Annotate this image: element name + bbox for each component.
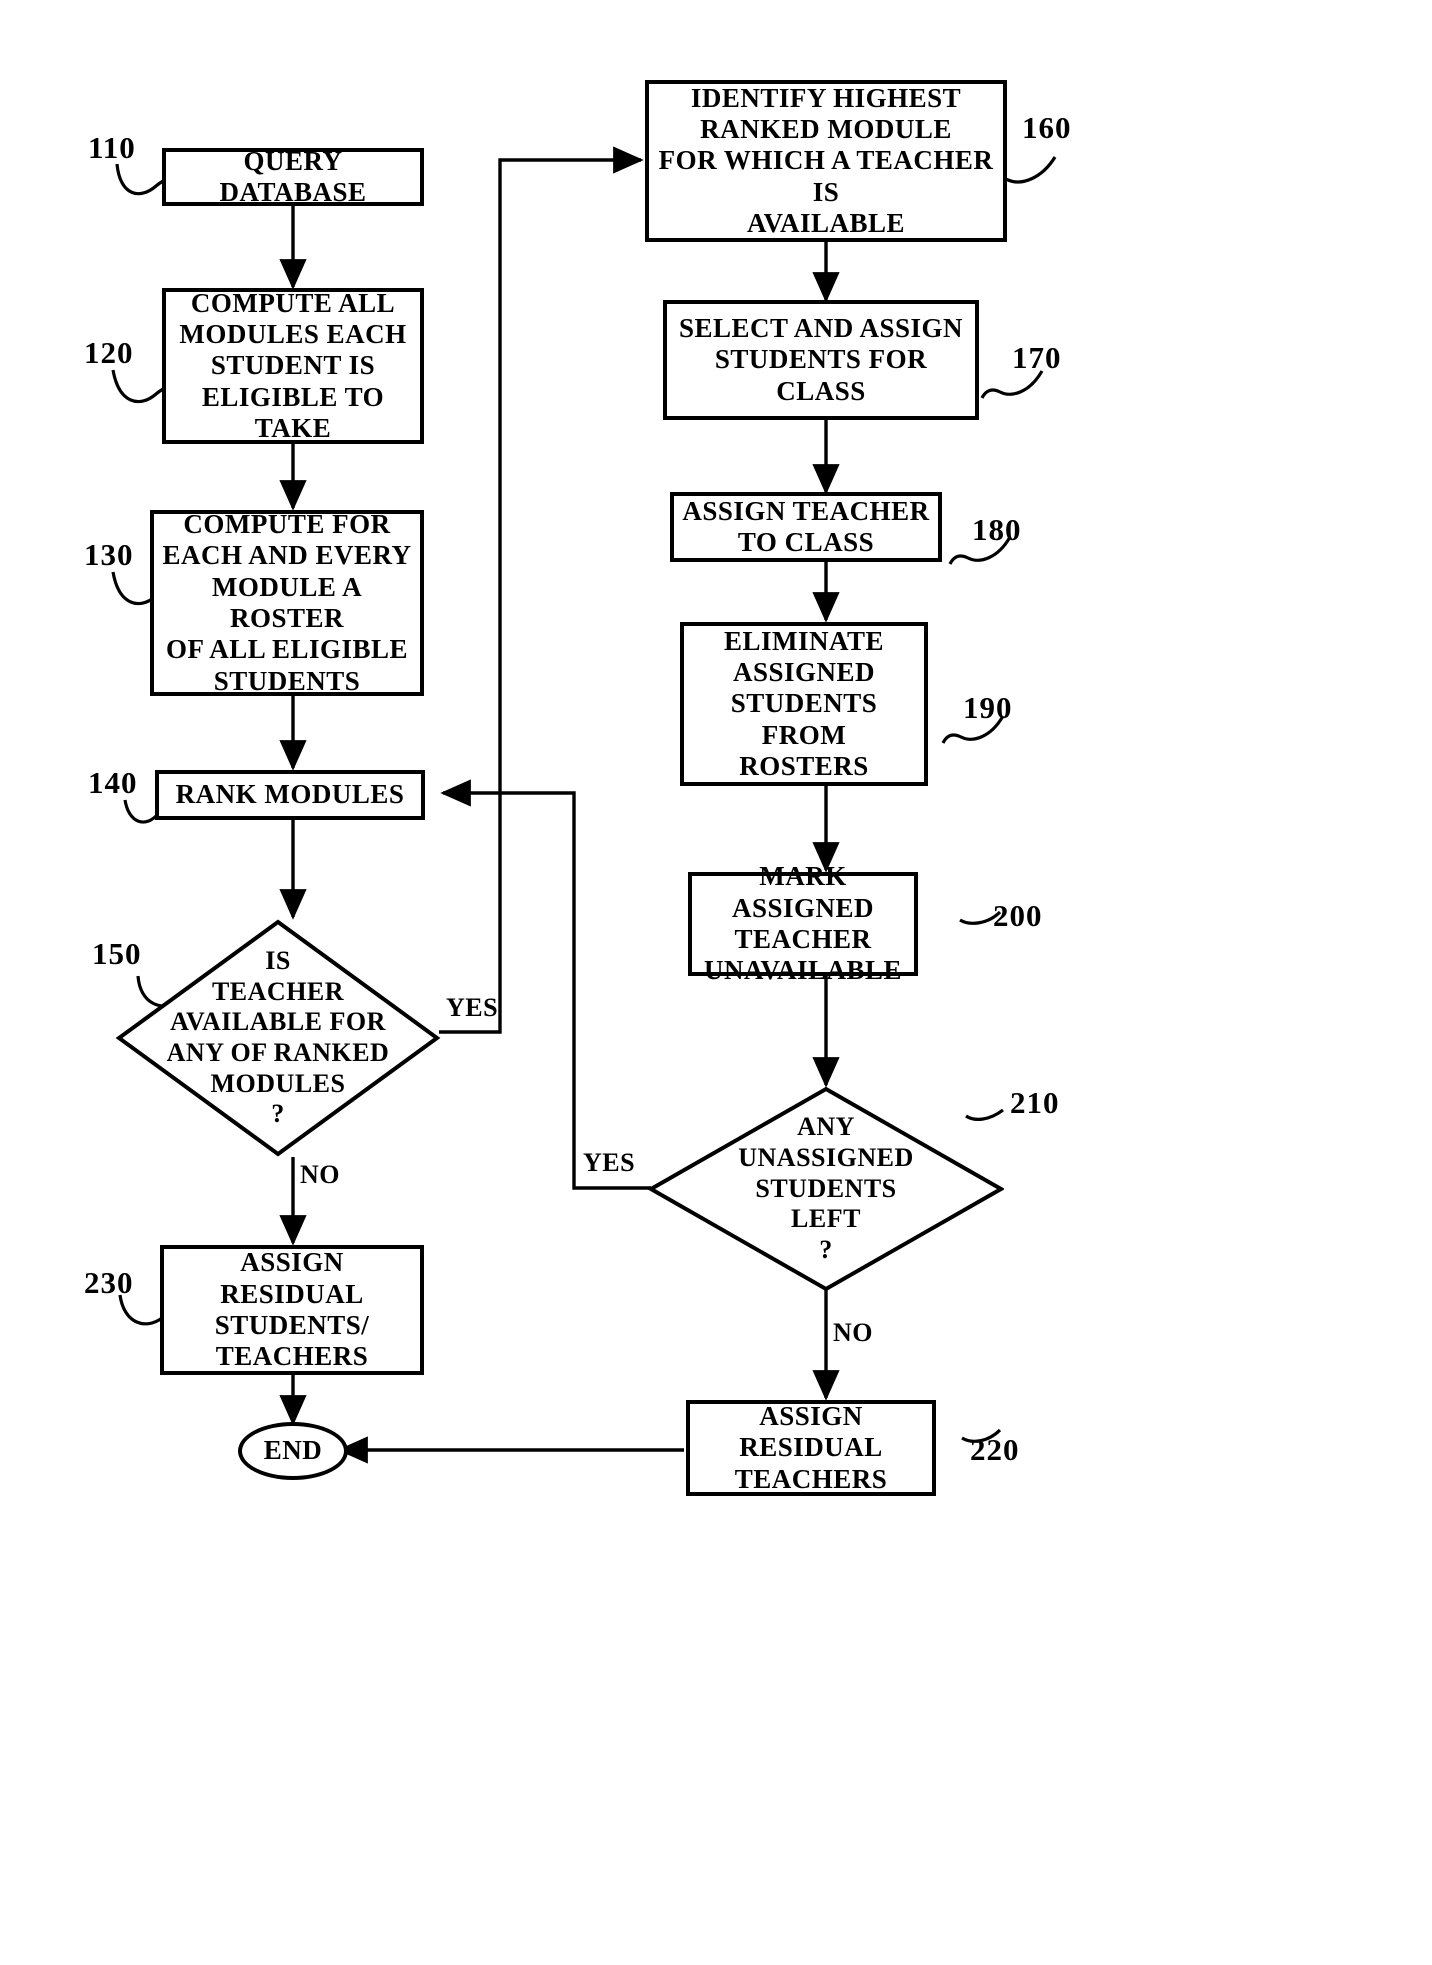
node-eliminate-line-2: ASSIGNED [732, 657, 876, 688]
node-select-line-1: SELECT AND ASSIGN [678, 313, 964, 344]
ref-120: 120 [84, 335, 134, 370]
ref-160: 160 [1022, 110, 1072, 145]
node-query-database[interactable]: QUERY DATABASE [162, 145, 424, 207]
node-identify-highest[interactable]: IDENTIFY HIGHEST RANKED MODULE FOR WHICH… [645, 80, 1007, 242]
node-residual-st-line-2: STUDENTS/ [214, 1310, 370, 1340]
node-assign-residual-students-teachers[interactable]: ASSIGN RESIDUAL STUDENTS/ TEACHERS [160, 1245, 424, 1375]
ref-200: 200 [993, 898, 1043, 933]
node-eliminate-line-1: ELIMINATE [723, 625, 885, 656]
node-compute-roster-line-5: STUDENTS [213, 665, 361, 696]
node-compute-roster-line-1: COMPUTE FOR [183, 509, 391, 540]
node-unassigned-students-label: ANY UNASSIGNED STUDENTS LEFT ? [738, 1112, 914, 1264]
node-assign-residual-teachers[interactable]: ASSIGN RESIDUAL TEACHERS [686, 1400, 936, 1496]
node-query-database-label: QUERY DATABASE [219, 145, 367, 207]
node-eliminate-line-3: STUDENTS FROM [730, 688, 878, 750]
node-unassigned-students[interactable]: ANY UNASSIGNED STUDENTS LEFT ? [648, 1086, 1004, 1292]
node-compute-modules-line-2: MODULES EACH [179, 319, 407, 350]
node-compute-roster-line-2: EACH AND EVERY [162, 540, 412, 571]
node-teacher-available-label: IS TEACHER AVAILABLE FOR ANY OF RANKED M… [166, 945, 390, 1129]
node-mark-teacher-line-1: MARK ASSIGNED [731, 861, 875, 923]
ref-180: 180 [972, 512, 1022, 547]
node-compute-modules-line-1: COMPUTE ALL [190, 287, 396, 318]
node-select-line-2: STUDENTS FOR [714, 344, 928, 375]
node-identify-line-3: FOR WHICH A TEACHER IS [658, 145, 994, 207]
ref-140: 140 [88, 765, 138, 800]
node-residual-st-line-3: TEACHERS [215, 1341, 369, 1372]
ref-170: 170 [1012, 340, 1062, 375]
node-residual-teachers-line-2: TEACHERS [734, 1463, 888, 1494]
node-identify-line-4: AVAILABLE [746, 207, 906, 238]
node-end-label: END [263, 1435, 323, 1466]
node-rank-modules[interactable]: RANK MODULES [155, 770, 425, 820]
node-identify-line-2: RANKED MODULE [700, 114, 952, 145]
node-eliminate-students[interactable]: ELIMINATE ASSIGNED STUDENTS FROM ROSTERS [680, 622, 928, 786]
node-compute-modules-line-3: STUDENT IS [210, 350, 376, 381]
node-assign-teacher-line-2: TO CLASS [737, 527, 875, 557]
node-mark-teacher[interactable]: MARK ASSIGNED TEACHER UNAVAILABLE [688, 861, 918, 985]
node-residual-st-line-1: ASSIGN RESIDUAL [220, 1247, 364, 1309]
edge-label-no-left: NO [300, 1160, 340, 1189]
edge-label-yes-right: YES [583, 1148, 636, 1177]
ref-230: 230 [84, 1265, 134, 1300]
node-compute-roster-line-4: OF ALL ELIGIBLE [165, 634, 409, 665]
node-end[interactable]: END [238, 1422, 348, 1480]
node-eliminate-line-4: ROSTERS [739, 750, 869, 781]
node-compute-roster-line-3: MODULE A ROSTER [211, 571, 363, 633]
edge-label-no-right: NO [833, 1318, 873, 1347]
ref-220: 220 [970, 1432, 1020, 1467]
flowchart-figure: QUERY DATABASE 110 COMPUTE ALL MODULES E… [0, 0, 1432, 1965]
node-identify-line-1: IDENTIFY HIGHEST [690, 82, 962, 113]
node-select-assign-students[interactable]: SELECT AND ASSIGN STUDENTS FOR CLASS [663, 300, 979, 420]
node-residual-teachers-line-1: ASSIGN RESIDUAL [739, 1401, 883, 1463]
node-mark-teacher-line-3: UNAVAILABLE [703, 955, 903, 986]
ref-110: 110 [88, 130, 136, 165]
node-assign-teacher-line-1: ASSIGN TEACHER [682, 495, 930, 526]
node-compute-modules-line-4: ELIGIBLE TO TAKE [201, 381, 385, 443]
node-mark-teacher-line-2: TEACHER [734, 924, 872, 954]
edge-label-yes-left: YES [446, 993, 499, 1022]
node-compute-modules[interactable]: COMPUTE ALL MODULES EACH STUDENT IS ELIG… [162, 288, 424, 444]
ref-210: 210 [1010, 1085, 1060, 1120]
node-rank-modules-label: RANK MODULES [175, 779, 405, 810]
ref-150: 150 [92, 936, 142, 971]
ref-190: 190 [963, 690, 1013, 725]
ref-130: 130 [84, 537, 134, 572]
node-teacher-available[interactable]: IS TEACHER AVAILABLE FOR ANY OF RANKED M… [115, 918, 441, 1158]
node-compute-roster[interactable]: COMPUTE FOR EACH AND EVERY MODULE A ROST… [150, 509, 424, 696]
node-assign-teacher[interactable]: ASSIGN TEACHER TO CLASS [670, 492, 942, 562]
node-select-line-3: CLASS [776, 375, 866, 406]
